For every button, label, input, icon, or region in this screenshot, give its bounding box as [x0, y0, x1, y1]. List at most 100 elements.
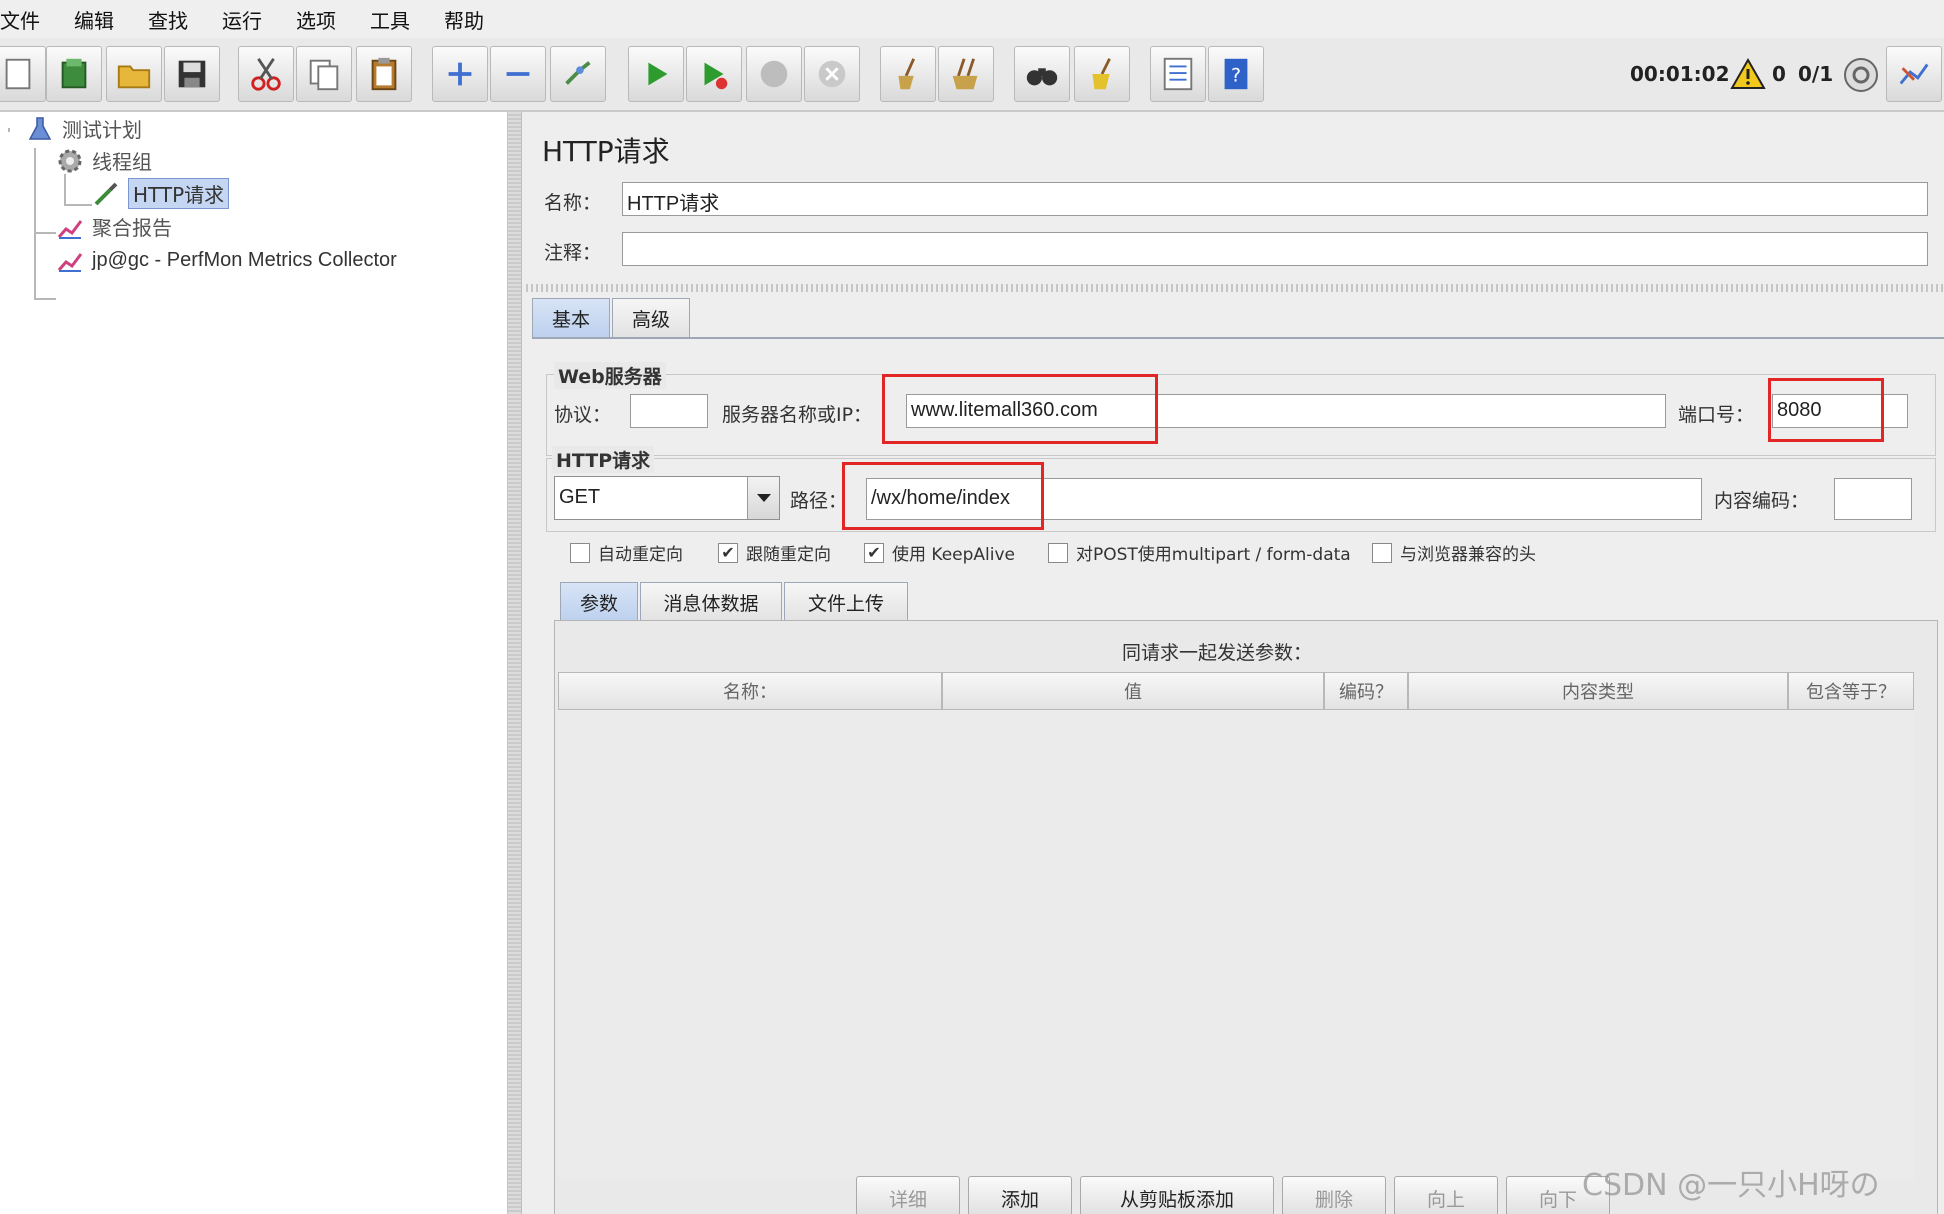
reset-search-button[interactable]	[1074, 46, 1130, 102]
highlight-server	[882, 374, 1158, 444]
move-up-button[interactable]: 向上	[1394, 1176, 1498, 1214]
search-button[interactable]	[1014, 46, 1070, 102]
tree-item-label: HTTP请求	[128, 178, 230, 209]
save-icon	[178, 60, 206, 88]
tree-item-test-plan[interactable]: 测试计划	[26, 114, 142, 143]
tree-item-aggregate-report[interactable]: 聚合报告	[56, 212, 172, 241]
port-label: 端口号：	[1678, 404, 1755, 426]
remote-status-icon[interactable]	[1842, 56, 1880, 94]
name-field[interactable]: HTTP请求	[622, 182, 1928, 216]
tree-item-label: 测试计划	[62, 118, 142, 142]
add-from-clipboard-button[interactable]: 从剪贴板添加	[1080, 1176, 1274, 1214]
browser-headers-checkbox[interactable]: 与浏览器兼容的头	[1372, 540, 1536, 565]
keepalive-checkbox[interactable]: ✔ 使用 KeepAlive	[864, 540, 1015, 565]
column-header-content-type[interactable]: 内容类型	[1408, 672, 1788, 710]
detail-button[interactable]: 详细	[856, 1176, 960, 1214]
follow-redirect-checkbox[interactable]: ✔ 跟随重定向	[718, 540, 831, 565]
panel-splitter[interactable]	[508, 112, 522, 1214]
protocol-field[interactable]	[630, 394, 708, 428]
menu-options[interactable]: 选项	[296, 5, 348, 34]
warning-count: 0	[1772, 62, 1786, 86]
collapse-divider[interactable]	[526, 284, 1944, 292]
name-label: 名称：	[544, 192, 602, 214]
tab-parameters[interactable]: 参数	[560, 582, 638, 622]
server-name-label: 服务器名称或IP：	[722, 404, 873, 426]
checkbox-box[interactable]: ✔	[864, 542, 884, 563]
thread-count: 0/1	[1798, 62, 1834, 86]
stop-icon	[760, 60, 788, 88]
add-button[interactable]: 添加	[968, 1176, 1072, 1214]
paste-button[interactable]	[356, 46, 412, 102]
tree-item-perfmon-collector[interactable]: jp@gc - PerfMon Metrics Collector	[56, 246, 397, 274]
copy-icon	[309, 59, 339, 91]
delete-button[interactable]: 删除	[1282, 1176, 1386, 1214]
new-button[interactable]	[0, 46, 46, 102]
tab-body-data[interactable]: 消息体数据	[640, 582, 782, 622]
log-viewer-button[interactable]	[1886, 46, 1942, 102]
path-label: 路径：	[790, 490, 848, 512]
pipette-icon	[94, 182, 118, 205]
tab-file-upload[interactable]: 文件上传	[784, 582, 908, 622]
http-request-title: HTTP请求	[552, 446, 655, 473]
menu-run[interactable]: 运行	[222, 5, 274, 34]
menu-file[interactable]: 文件	[0, 5, 52, 34]
templates-button[interactable]	[46, 46, 102, 102]
scissors-icon	[251, 58, 281, 91]
tree-item-thread-group[interactable]: 线程组	[56, 146, 152, 175]
minus-icon	[506, 72, 530, 76]
start-button[interactable]	[628, 46, 684, 102]
brooms-icon	[952, 58, 978, 90]
clear-all-button[interactable]	[938, 46, 994, 102]
auto-redirect-checkbox[interactable]: 自动重定向	[570, 540, 683, 565]
expand-button[interactable]	[432, 46, 488, 102]
binoculars-icon	[1026, 68, 1058, 86]
tab-advanced[interactable]: 高级	[612, 298, 690, 338]
new-file-icon	[5, 58, 31, 90]
help-button[interactable]: ?	[1208, 46, 1264, 102]
toggle-button[interactable]	[550, 46, 606, 102]
chevron-down-icon[interactable]	[747, 477, 779, 519]
play-no-timer-icon	[704, 62, 728, 90]
menu-edit[interactable]: 编辑	[74, 5, 126, 34]
highlight-port	[1768, 378, 1884, 442]
comment-field[interactable]	[622, 232, 1928, 266]
tree-item-label: 聚合报告	[92, 216, 172, 240]
checkbox-box[interactable]: ✔	[718, 542, 738, 563]
column-header-include-equals[interactable]: 包含等于？	[1788, 672, 1914, 710]
function-helper-button[interactable]	[1150, 46, 1206, 102]
multipart-checkbox[interactable]: 对POST使用multipart / form-data	[1048, 540, 1351, 565]
column-header-name[interactable]: 名称：	[558, 672, 942, 710]
menu-help[interactable]: 帮助	[444, 5, 496, 34]
method-select[interactable]: GET	[554, 476, 780, 520]
open-button[interactable]	[106, 46, 162, 102]
shutdown-button[interactable]	[804, 46, 860, 102]
copy-button[interactable]	[296, 46, 352, 102]
list-icon	[1163, 57, 1193, 91]
highlight-path	[842, 462, 1044, 530]
stop-button[interactable]	[746, 46, 802, 102]
column-header-encode[interactable]: 编码？	[1324, 672, 1408, 710]
checkbox-box[interactable]	[570, 542, 590, 563]
menu-tools[interactable]: 工具	[370, 5, 422, 34]
menu-search[interactable]: 查找	[148, 5, 200, 34]
collapse-button[interactable]	[490, 46, 546, 102]
cut-button[interactable]	[238, 46, 294, 102]
encoding-field[interactable]	[1834, 478, 1912, 520]
checkbox-box[interactable]	[1048, 542, 1068, 563]
params-table-body[interactable]	[558, 710, 1914, 1180]
checkbox-box[interactable]	[1372, 542, 1392, 563]
warning-icon[interactable]	[1730, 58, 1766, 90]
save-button[interactable]	[164, 46, 220, 102]
tab-basic[interactable]: 基本	[532, 298, 610, 338]
clear-button[interactable]	[880, 46, 936, 102]
tree-item-label: 线程组	[92, 150, 152, 174]
toggle-icon	[565, 61, 591, 85]
column-header-value[interactable]: 值	[942, 672, 1324, 710]
gear-icon	[58, 149, 82, 172]
tree-item-http-request[interactable]: HTTP请求	[92, 178, 230, 209]
toolbar: ? 00:01:02 0 0/1	[0, 38, 1944, 112]
svg-text:?: ?	[1231, 65, 1241, 87]
start-no-pause-button[interactable]	[686, 46, 742, 102]
reset-broom-icon	[1092, 58, 1111, 90]
flask-icon	[28, 116, 52, 140]
